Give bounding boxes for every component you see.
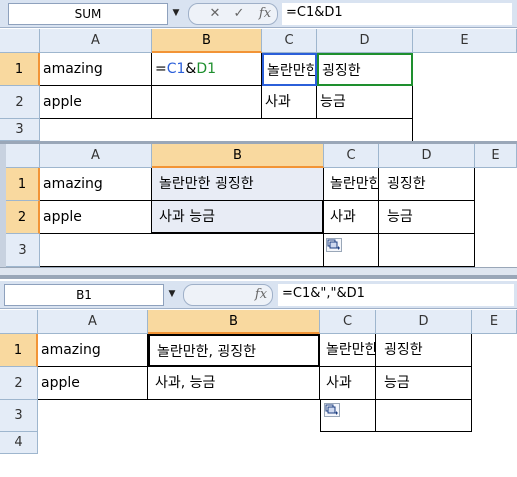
- cell-d3-2[interactable]: [379, 234, 475, 267]
- name-box-dropdown-icon-3[interactable]: ▼: [166, 284, 178, 306]
- cell-a2-2[interactable]: apple: [40, 201, 152, 234]
- col-header-d-2[interactable]: D: [379, 144, 475, 168]
- cell-b2-3[interactable]: 사과, 능금: [148, 367, 320, 400]
- enter-icon[interactable]: ✓: [230, 4, 248, 24]
- col-header-d[interactable]: D: [317, 29, 413, 53]
- formula-input-1[interactable]: =C1&D1: [282, 3, 512, 25]
- cell-d2-3[interactable]: 능금: [376, 367, 472, 400]
- formula-amp: &: [185, 61, 197, 77]
- cell-a1-2[interactable]: amazing: [40, 168, 152, 201]
- row-header-1[interactable]: 1: [0, 53, 40, 86]
- formula-equals: =: [155, 61, 167, 77]
- cell-d2[interactable]: 능금: [317, 86, 413, 119]
- row-3-cells-2[interactable]: [40, 234, 324, 267]
- panel2-left-edge: [0, 144, 6, 272]
- cell-b2-2[interactable]: 사과 능금: [152, 201, 324, 234]
- col-header-b-3[interactable]: B: [148, 310, 320, 334]
- panel2-bottom-edge: [0, 267, 517, 275]
- cell-c1-3[interactable]: 놀란만한: [320, 334, 376, 367]
- cell-d1-ref-highlight[interactable]: 굉징한: [317, 53, 413, 86]
- cell-e1[interactable]: [413, 53, 517, 86]
- paste-options-icon[interactable]: [326, 238, 342, 252]
- cell-a2[interactable]: apple: [40, 86, 152, 119]
- row-header-3-3[interactable]: 3: [0, 400, 38, 432]
- cell-c2-2[interactable]: 사과: [324, 201, 379, 234]
- cell-a2-3[interactable]: apple: [38, 367, 148, 400]
- cell-b1-2[interactable]: 놀란만한 굉징한: [152, 168, 324, 201]
- panel-separator-2: [0, 275, 517, 279]
- col-header-e-3[interactable]: E: [472, 310, 517, 334]
- formula-ref-c1: C1: [166, 61, 186, 77]
- cell-b2[interactable]: [152, 86, 262, 119]
- select-all-corner-2[interactable]: [6, 144, 40, 168]
- select-all-corner[interactable]: [0, 29, 40, 53]
- formula-ref-d1: D1: [196, 61, 217, 77]
- row-header-4-3[interactable]: 4: [0, 432, 38, 454]
- col-header-a[interactable]: A: [40, 29, 152, 53]
- col-header-d-3[interactable]: D: [376, 310, 472, 334]
- row-header-1-3[interactable]: 1: [0, 334, 38, 367]
- cell-c1-ref-highlight[interactable]: 놀란만한: [262, 53, 317, 86]
- name-box-3[interactable]: B1: [4, 284, 164, 306]
- cell-c1-2[interactable]: 놀란만한: [324, 168, 379, 201]
- col-header-b-2[interactable]: B: [152, 144, 324, 168]
- cell-d3-3[interactable]: [376, 400, 472, 432]
- paste-options-icon-3[interactable]: [324, 403, 340, 417]
- col-header-a-2[interactable]: A: [40, 144, 152, 168]
- col-header-e-2[interactable]: E: [475, 144, 517, 168]
- cell-b1-editing[interactable]: =C1&D1: [152, 53, 262, 86]
- cell-a1[interactable]: amazing: [40, 53, 152, 86]
- row-header-3-2[interactable]: 3: [6, 234, 40, 267]
- row-header-2-3[interactable]: 2: [0, 367, 38, 400]
- cell-b1-3-selected[interactable]: 놀란만한, 굉징한: [148, 334, 320, 367]
- col-header-c[interactable]: C: [262, 29, 317, 53]
- select-all-corner-3[interactable]: [0, 310, 38, 334]
- cell-d1-3[interactable]: 굉징한: [376, 334, 472, 367]
- name-box-dropdown-icon[interactable]: ▼: [170, 3, 182, 25]
- name-box-1[interactable]: SUM: [8, 3, 168, 25]
- formula-input-3[interactable]: =C1&","&D1: [278, 284, 514, 306]
- col-header-a-3[interactable]: A: [38, 310, 148, 334]
- cell-c2-3[interactable]: 사과: [320, 367, 376, 400]
- row-header-2[interactable]: 2: [0, 86, 40, 119]
- cell-d1-2[interactable]: 굉징한: [379, 168, 475, 201]
- insert-function-icon-3[interactable]: fx: [251, 285, 271, 305]
- cell-d2-2[interactable]: 능금: [379, 201, 475, 234]
- col-header-c-3[interactable]: C: [320, 310, 376, 334]
- cell-a1-3[interactable]: amazing: [38, 334, 148, 367]
- row-header-1-2[interactable]: 1: [6, 168, 40, 201]
- row-header-2-2[interactable]: 2: [6, 201, 40, 234]
- bottom-blank: [0, 454, 517, 477]
- cell-c2[interactable]: 사과: [262, 86, 317, 119]
- row-3-cells[interactable]: [40, 119, 413, 141]
- row-header-3[interactable]: 3: [0, 119, 40, 141]
- col-header-b[interactable]: B: [152, 29, 262, 53]
- col-header-e[interactable]: E: [413, 29, 517, 53]
- insert-function-icon[interactable]: fx: [255, 4, 275, 24]
- col-header-c-2[interactable]: C: [324, 144, 379, 168]
- cancel-icon[interactable]: ✕: [206, 4, 224, 24]
